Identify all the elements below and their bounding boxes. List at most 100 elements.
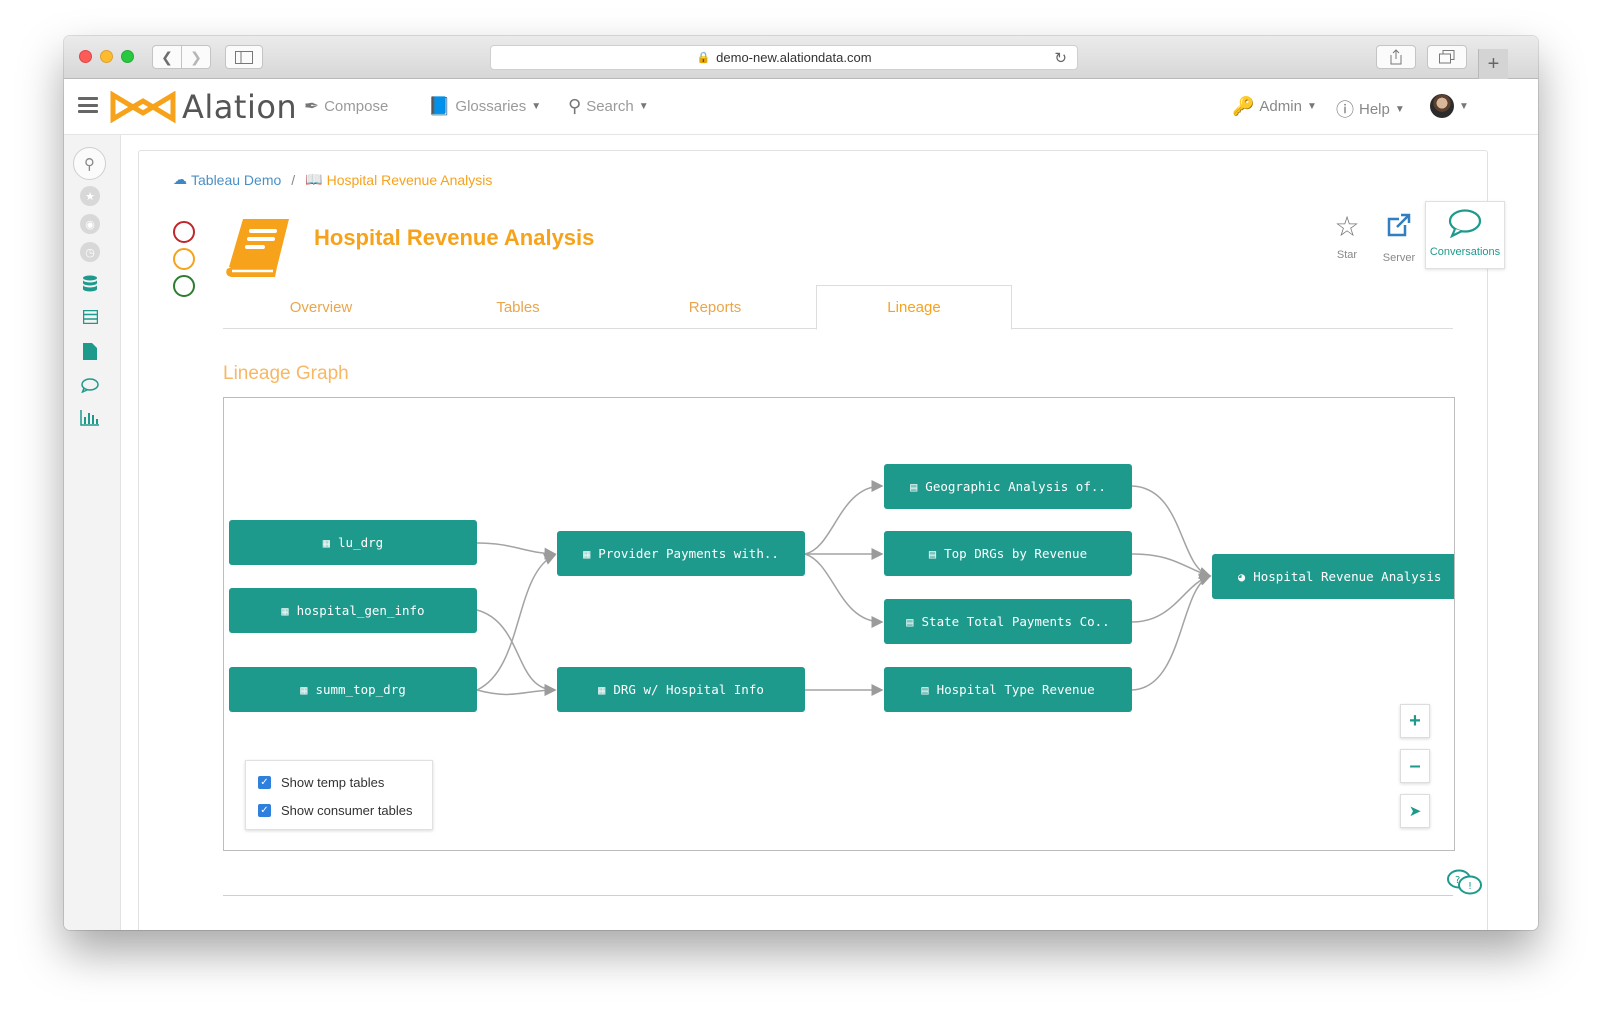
checkbox-checked-icon[interactable]: ✓ [258, 776, 271, 789]
rail-tables-button[interactable] [77, 304, 103, 330]
tab-overview[interactable]: Overview [223, 285, 419, 329]
conversations-button[interactable]: Conversations [1425, 201, 1505, 269]
rail-sources-button[interactable] [77, 271, 103, 297]
lineage-node-summ-top-drg[interactable]: ▦ summ_top_drg [229, 667, 477, 712]
reload-icon[interactable]: ↻ [1054, 49, 1067, 67]
node-label: Geographic Analysis of.. [925, 479, 1106, 494]
content-card: ☁ Tableau Demo / 📖 Hospital Revenue Anal… [138, 150, 1505, 930]
rail-recent-button[interactable]: ◷ [77, 239, 103, 265]
compose-nav[interactable]: ✒ Compose [304, 96, 388, 117]
help-chat-icon[interactable]: ?! [1446, 868, 1484, 904]
lineage-node-hospital-gen-info[interactable]: ▦ hospital_gen_info [229, 588, 477, 633]
bar-chart-icon: ▤ [921, 682, 929, 697]
table-icon [82, 310, 98, 324]
lineage-node-hospital-type-revenue[interactable]: ▤ Hospital Type Revenue [884, 667, 1132, 712]
edge [804, 480, 884, 555]
zoom-in-button[interactable]: + [1400, 704, 1430, 738]
tab-bar: Overview Tables Reports Lineage [223, 285, 1453, 330]
breadcrumb-separator: / [291, 171, 296, 188]
share-button[interactable] [1376, 45, 1416, 69]
avatar [1430, 94, 1454, 118]
key-icon: 🔑 [1232, 96, 1255, 116]
node-label: hospital_gen_info [296, 603, 425, 618]
warning-flag-icon[interactable] [173, 248, 195, 270]
caret-down-icon: ▼ [638, 101, 649, 112]
rail-search-button[interactable]: ⚲ [73, 147, 106, 180]
node-label: Hospital Revenue Analysis [1253, 569, 1442, 584]
edge [476, 542, 557, 560]
server-button[interactable]: Server [1373, 211, 1425, 264]
share-icon [1390, 49, 1402, 65]
lineage-node-drg-hospital-info[interactable]: ▦ DRG w/ Hospital Info [557, 667, 805, 712]
tab-tables[interactable]: Tables [420, 285, 616, 329]
zoom-out-button[interactable]: – [1400, 749, 1430, 783]
close-window-button[interactable] [79, 50, 92, 63]
table-icon: ▦ [598, 682, 606, 697]
lineage-node-top-drgs[interactable]: ▤ Top DRGs by Revenue [884, 531, 1132, 576]
star-button[interactable]: ☆ Star [1321, 211, 1373, 264]
lineage-node-lu-drg[interactable]: ▦ lu_drg [229, 520, 477, 565]
edge [476, 553, 557, 691]
rail-watched-button[interactable]: ◉ [77, 211, 103, 237]
rail-conversations-button[interactable] [77, 372, 103, 398]
lineage-graph[interactable]: ▦ lu_drg ▦ hospital_gen_info ▦ summ_top_… [223, 397, 1455, 851]
admin-nav[interactable]: 🔑 Admin ▼ [1232, 96, 1317, 117]
menu-icon[interactable] [78, 97, 98, 113]
new-tab-button[interactable]: + [1478, 49, 1508, 79]
endorsement-flag-icon[interactable] [173, 275, 195, 297]
breadcrumb-parent-link[interactable]: Tableau Demo [191, 172, 281, 188]
sidebar-toggle-button[interactable] [225, 45, 263, 69]
rail-starred-button[interactable]: ★ [77, 183, 103, 209]
edge [1131, 574, 1212, 691]
forward-button[interactable]: ❯ [181, 45, 211, 69]
user-menu[interactable]: ▼ [1430, 94, 1469, 118]
checkbox-checked-icon[interactable]: ✓ [258, 804, 271, 817]
comment-icon [81, 377, 99, 393]
node-label: summ_top_drg [315, 682, 406, 697]
edge [476, 684, 557, 697]
breadcrumb-current: Hospital Revenue Analysis [326, 171, 493, 188]
address-bar[interactable]: 🔒 demo-new.alationdata.com ↻ [490, 45, 1078, 70]
lineage-node-hospital-revenue-analysis[interactable]: ◕ Hospital Revenue Analysis [1212, 554, 1454, 599]
minimize-window-button[interactable] [100, 50, 113, 63]
search-nav[interactable]: ⚲ Search ▼ [568, 96, 649, 117]
alation-logo[interactable]: Alation [110, 88, 298, 126]
lineage-node-provider-payments[interactable]: ▦ Provider Payments with.. [557, 531, 805, 576]
brand-name: Alation [182, 88, 298, 126]
show-consumer-tables-option[interactable]: ✓ Show consumer tables [258, 803, 413, 818]
workbook-icon [226, 219, 289, 277]
star-outline-icon: ☆ [1334, 211, 1360, 242]
location-arrow-icon: ➤ [1408, 803, 1422, 820]
lineage-node-geographic-analysis[interactable]: ▤ Geographic Analysis of.. [884, 464, 1132, 509]
rail-reports-button[interactable] [77, 405, 103, 431]
help-nav[interactable]: ⓘ Help ▼ [1336, 96, 1405, 122]
compose-label: Compose [324, 98, 389, 115]
bar-chart-icon: ▤ [910, 479, 918, 494]
search-label: Search [586, 98, 634, 115]
lineage-node-state-total-payments[interactable]: ▤ State Total Payments Co.. [884, 599, 1132, 644]
rail-documents-button[interactable] [77, 338, 103, 364]
show-tabs-button[interactable] [1427, 45, 1467, 69]
left-rail: ⚲ ★ ◉ ◷ [64, 135, 121, 930]
table-icon: ▦ [281, 603, 289, 618]
tab-reports[interactable]: Reports [617, 285, 813, 329]
external-link-icon [1373, 211, 1425, 246]
show-temp-tables-option[interactable]: ✓ Show temp tables [258, 775, 384, 790]
node-label: Hospital Type Revenue [936, 682, 1095, 697]
back-button[interactable]: ❮ [152, 45, 182, 69]
eye-icon: ◉ [80, 214, 100, 234]
maximize-window-button[interactable] [121, 50, 134, 63]
recenter-button[interactable]: ➤ [1400, 794, 1430, 828]
book-icon: 📘 [428, 96, 451, 116]
speech-bubble-icon [1426, 208, 1504, 246]
tab-lineage[interactable]: Lineage [816, 285, 1012, 330]
deprecation-flag-icon[interactable] [173, 221, 195, 243]
admin-label: Admin [1259, 98, 1302, 115]
show-temp-tables-label: Show temp tables [281, 775, 385, 790]
lineage-options-panel: ✓ Show temp tables ✓ Show consumer table… [245, 760, 433, 830]
glossaries-nav[interactable]: 📘 Glossaries ▼ [428, 96, 541, 117]
table-icon: ▦ [300, 682, 308, 697]
chevron-right-icon: ❯ [190, 48, 202, 65]
help-label: Help [1359, 100, 1390, 118]
breadcrumb: ☁ Tableau Demo / 📖 Hospital Revenue Anal… [173, 171, 492, 188]
